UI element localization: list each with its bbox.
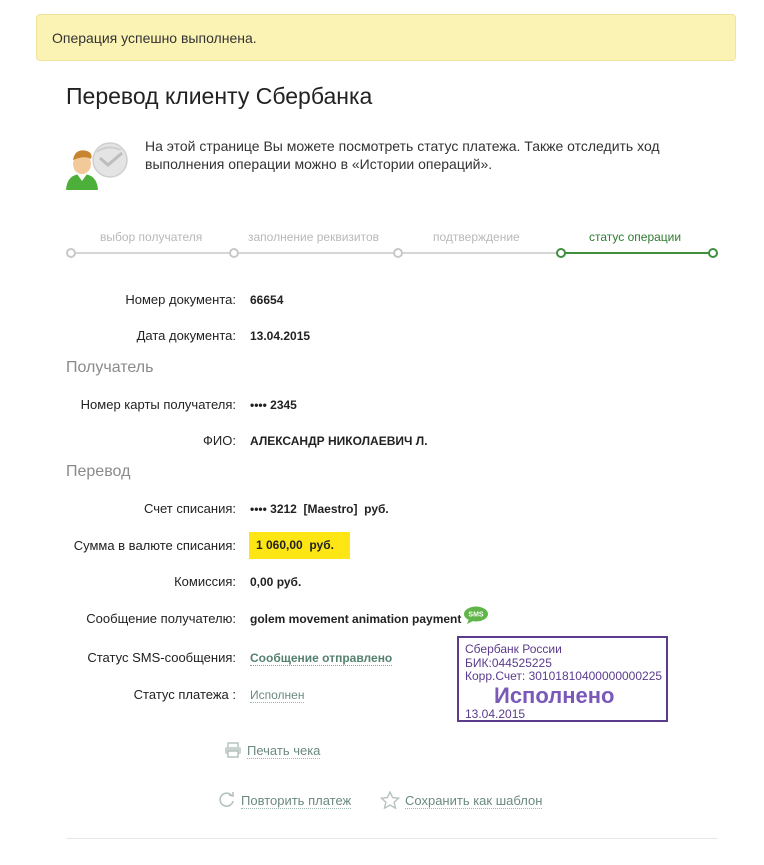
section-transfer: Перевод bbox=[66, 463, 131, 480]
fio-value: АЛЕКСАНДР НИКОЛАЕВИЧ Л. bbox=[250, 434, 428, 448]
intro-text: На этой странице Вы можете посмотреть ст… bbox=[145, 138, 660, 172]
stamp-date: 13.04.2015 bbox=[465, 706, 526, 721]
refresh-icon bbox=[219, 792, 234, 807]
print-receipt-button[interactable]: Печать чека bbox=[224, 742, 321, 759]
card-number-label: Номер карты получателя: bbox=[80, 397, 236, 412]
step-label-confirm: подтверждение bbox=[433, 230, 520, 244]
success-alert: Операция успешно выполнена. bbox=[36, 14, 736, 61]
save-template-button[interactable]: Сохранить как шаблон bbox=[379, 790, 543, 810]
star-icon bbox=[379, 790, 401, 810]
progress-steps: выбор получателя заполнение реквизитов п… bbox=[66, 230, 718, 264]
page-title: Перевод клиенту Сбербанка bbox=[66, 83, 373, 109]
sms-status-label: Статус SMS-сообщения: bbox=[87, 650, 236, 665]
doc-date-value: 13.04.2015 bbox=[250, 329, 311, 343]
print-receipt-label[interactable]: Печать чека bbox=[247, 743, 321, 759]
step-dot bbox=[393, 248, 403, 258]
printer-icon bbox=[225, 742, 241, 758]
message-label: Сообщение получателю: bbox=[86, 611, 236, 626]
step-dot-active bbox=[556, 248, 566, 258]
bottom-divider bbox=[66, 838, 718, 839]
debit-account-value: •••• 3212 [Maestro] руб. bbox=[250, 502, 389, 516]
payment-status-value[interactable]: Исполнен bbox=[250, 688, 305, 703]
step-dot bbox=[229, 248, 239, 258]
progress-track bbox=[70, 252, 560, 254]
doc-number-label: Номер документа: bbox=[125, 292, 236, 307]
fee-label: Комиссия: bbox=[174, 574, 236, 589]
stamp-bik: БИК:044525225 bbox=[465, 655, 552, 670]
doc-number-value: 66654 bbox=[250, 293, 284, 307]
alert-message: Операция успешно выполнена. bbox=[52, 30, 257, 46]
repeat-payment-button[interactable]: Повторить платеж bbox=[218, 791, 352, 809]
step-dot-end bbox=[708, 248, 718, 258]
bank-stamp: Сбербанк России БИК:044525225 Корр.Счет:… bbox=[457, 636, 668, 722]
payment-status-label: Статус платежа : bbox=[133, 687, 236, 702]
section-recipient: Получатель bbox=[66, 359, 154, 376]
amount-label: Сумма в валюте списания: bbox=[73, 538, 236, 553]
card-number-value: •••• 2345 bbox=[250, 398, 297, 412]
progress-track-active bbox=[560, 252, 714, 254]
fio-label: ФИО: bbox=[203, 433, 236, 448]
doc-date-label: Дата документа: bbox=[136, 328, 236, 343]
svg-text:SMS: SMS bbox=[468, 612, 484, 619]
sms-status-value[interactable]: Сообщение отправлено bbox=[250, 651, 393, 666]
step-label-status: статус операции bbox=[589, 230, 682, 244]
fee-value: 0,00 руб. bbox=[250, 575, 302, 589]
save-template-label[interactable]: Сохранить как шаблон bbox=[405, 793, 543, 809]
stamp-status: Исполнено bbox=[494, 682, 615, 708]
user-sberbank-icon bbox=[66, 142, 128, 190]
repeat-payment-label[interactable]: Повторить платеж bbox=[241, 793, 352, 809]
payment-status-link[interactable]: Исполнен bbox=[250, 688, 305, 703]
debit-account-label: Счет списания: bbox=[143, 501, 236, 516]
message-value: golem movement animation payment bbox=[250, 612, 462, 626]
sms-bubble-icon: SMS bbox=[464, 606, 488, 624]
step-label-recipient: выбор получателя bbox=[100, 230, 203, 244]
stamp-bank: Сбербанк России bbox=[465, 642, 562, 656]
step-dot bbox=[66, 248, 76, 258]
amount-value: 1 060,00 руб. bbox=[256, 538, 334, 552]
sms-status-link[interactable]: Сообщение отправлено bbox=[250, 651, 393, 666]
stamp-corr-account: Корр.Счет: 30101810400000000225 bbox=[465, 669, 663, 683]
step-label-details: заполнение реквизитов bbox=[248, 230, 380, 244]
